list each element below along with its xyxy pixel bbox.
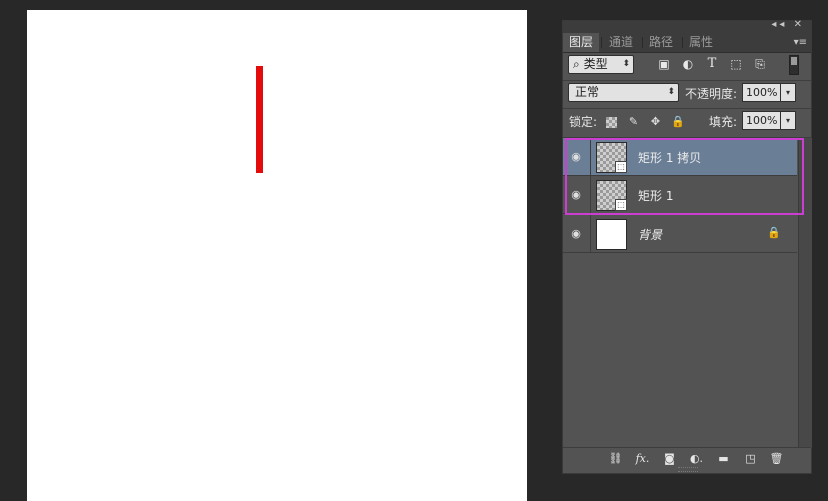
lock-row: 锁定: ✎ ✥ 🔒 填充: 100% ▾ xyxy=(563,109,811,135)
new-adjustment-icon[interactable]: ◐. xyxy=(689,452,704,466)
layer-thumbnail xyxy=(596,219,627,250)
filter-toggle-switch[interactable] xyxy=(789,55,799,75)
tab-channels[interactable]: 通道 xyxy=(603,33,639,52)
search-icon: ⌕ xyxy=(573,57,580,71)
opacity-dropdown-button[interactable]: ▾ xyxy=(780,83,796,102)
fill-label: 填充: xyxy=(709,115,738,129)
fill-dropdown-button[interactable]: ▾ xyxy=(780,111,796,130)
opacity-input[interactable]: 100% xyxy=(742,83,782,102)
image-filter-icon[interactable]: ▣ xyxy=(657,57,671,71)
blend-mode-select[interactable]: 正常 ⬍ xyxy=(568,83,679,102)
panel-menu-icon[interactable]: ▾≡ xyxy=(794,33,807,52)
layer-style-icon[interactable]: fx. xyxy=(635,452,650,466)
panel-titlebar: ◂◂ ✕ xyxy=(563,19,811,33)
document-canvas[interactable] xyxy=(27,10,527,501)
blend-mode-value: 正常 xyxy=(575,85,600,99)
layers-panel: ◂◂ ✕ 图层 通道 路径 属性 ▾≡ ⌕ 类型 ⬍ ▣ ◐ T ⬚ ⎘ 正常 … xyxy=(562,19,812,474)
filter-row: ⌕ 类型 ⬍ ▣ ◐ T ⬚ ⎘ xyxy=(563,53,811,79)
filter-type-value: 类型 xyxy=(583,57,608,71)
blend-row: 正常 ⬍ 不透明度: 100% ▾ xyxy=(563,81,811,107)
opacity-label: 不透明度: xyxy=(685,87,738,101)
red-rectangle-shape[interactable] xyxy=(256,66,263,173)
lock-label: 锁定: xyxy=(569,115,598,129)
link-layers-icon[interactable]: ⛓ xyxy=(608,452,623,466)
eye-icon[interactable]: ◉ xyxy=(569,227,583,240)
layer-name[interactable]: 背景 xyxy=(638,226,662,243)
fill-input[interactable]: 100% xyxy=(742,111,782,130)
highlight-box xyxy=(565,138,804,215)
delete-layer-icon[interactable]: 🗑 xyxy=(769,452,784,466)
layer-row-background[interactable]: ◉ 背景 🔒 xyxy=(563,215,797,253)
lock-transparent-icon[interactable] xyxy=(606,117,617,128)
adjustment-filter-icon[interactable]: ◐ xyxy=(681,57,695,71)
lock-all-icon[interactable]: 🔒 xyxy=(671,115,685,128)
tab-layers[interactable]: 图层 xyxy=(563,33,600,52)
select-arrow-icon: ⬍ xyxy=(667,87,675,97)
type-filter-icon[interactable]: T xyxy=(705,57,719,71)
close-icon[interactable]: ✕ xyxy=(794,19,805,30)
collapse-icon[interactable]: ◂◂ xyxy=(771,19,787,30)
new-group-icon[interactable]: ▬ xyxy=(716,452,731,466)
resize-grip[interactable] xyxy=(678,467,698,472)
new-layer-icon[interactable]: ◳ xyxy=(743,452,758,466)
add-mask-icon[interactable]: ◙ xyxy=(662,452,677,466)
select-arrow-icon: ⬍ xyxy=(622,59,630,69)
shape-filter-icon[interactable]: ⬚ xyxy=(729,57,743,71)
tab-properties[interactable]: 属性 xyxy=(683,33,719,52)
panel-tabs: 图层 通道 路径 属性 ▾≡ xyxy=(563,33,811,53)
tab-paths[interactable]: 路径 xyxy=(643,33,679,52)
lock-position-icon[interactable]: ✥ xyxy=(649,115,662,128)
smart-object-filter-icon[interactable]: ⎘ xyxy=(753,57,767,71)
lock-image-icon[interactable]: ✎ xyxy=(627,115,640,128)
layer-filter-select[interactable]: ⌕ 类型 ⬍ xyxy=(568,55,634,74)
lock-icon: 🔒 xyxy=(767,226,781,239)
